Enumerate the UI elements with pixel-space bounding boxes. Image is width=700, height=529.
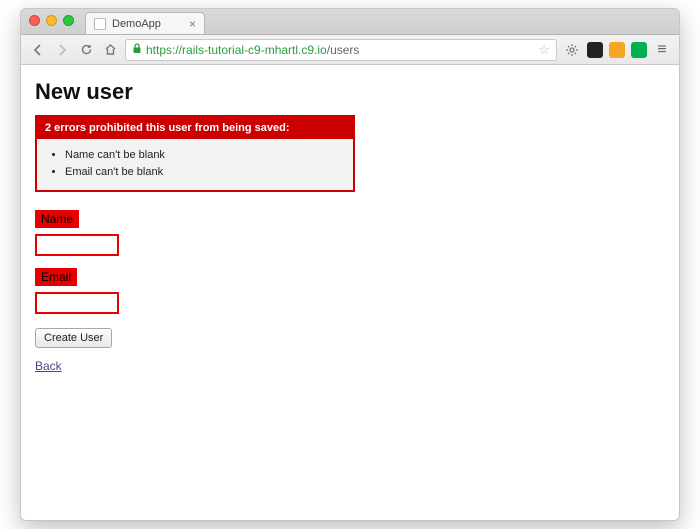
zoom-window-button[interactable] [63,15,74,26]
forward-button[interactable] [53,41,71,59]
settings-gear-icon[interactable] [563,41,581,59]
tab-close-icon[interactable]: × [189,18,196,30]
field-email: Email [35,266,665,314]
browser-tab[interactable]: DemoApp × [85,12,205,34]
name-label: Name [35,210,79,228]
minimize-window-button[interactable] [46,15,57,26]
error-item: Name can't be blank [65,147,347,164]
page-viewport: New user 2 errors prohibited this user f… [21,65,679,520]
tab-strip: DemoApp × [21,9,679,35]
error-list: Name can't be blank Email can't be blank [65,147,347,180]
tab-title: DemoApp [112,18,161,30]
name-input[interactable] [35,234,119,256]
error-explanation: 2 errors prohibited this user from being… [35,115,355,192]
close-window-button[interactable] [29,15,40,26]
page-content: New user 2 errors prohibited this user f… [21,65,679,383]
browser-toolbar: https:// rails-tutorial-c9-mhartl.c9.io … [21,35,679,65]
error-header: 2 errors prohibited this user from being… [37,117,353,139]
bookmark-star-icon[interactable]: ☆ [538,42,550,58]
field-name: Name [35,208,665,256]
back-link[interactable]: Back [35,359,62,373]
email-label: Email [35,268,77,286]
lock-icon [132,43,142,57]
back-button[interactable] [29,41,47,59]
reload-button[interactable] [77,41,95,59]
browser-window: DemoApp × https:// rails-tutorial-c9-mha… [20,8,680,521]
address-bar[interactable]: https:// rails-tutorial-c9-mhartl.c9.io … [125,39,557,61]
tab-favicon-icon [94,18,106,30]
extension-icon-2[interactable] [609,42,625,58]
error-item: Email can't be blank [65,164,347,181]
page-title: New user [35,79,665,105]
create-user-button[interactable]: Create User [35,328,112,348]
home-button[interactable] [101,41,119,59]
window-controls [29,15,74,26]
url-path: /users [327,43,360,57]
url-host: rails-tutorial-c9-mhartl.c9.io [182,43,327,57]
url-protocol: https:// [146,43,182,57]
extension-icon-3[interactable] [631,42,647,58]
chrome-menu-icon[interactable]: ≡ [653,41,671,59]
extension-icon-1[interactable] [587,42,603,58]
email-input[interactable] [35,292,119,314]
